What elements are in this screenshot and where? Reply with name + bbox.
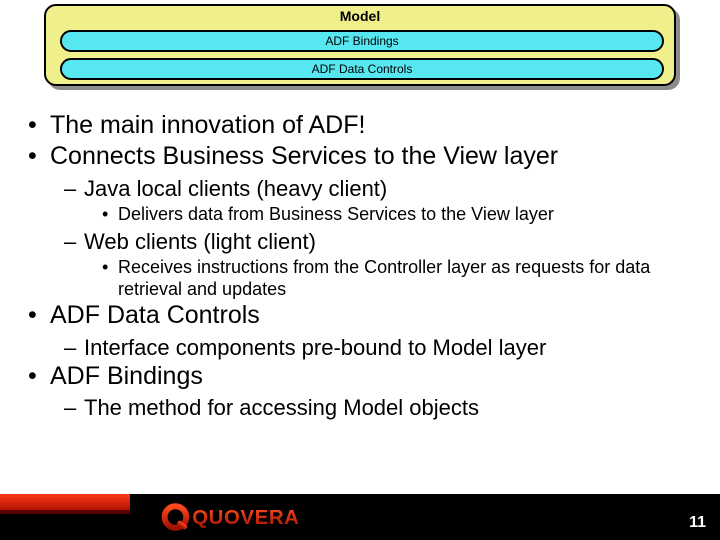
pill-adf-bindings: ADF Bindings [60, 30, 664, 52]
bullet-lvl2: Web clients (light client) Receives inst… [50, 228, 700, 301]
logo-icon: QUOVERA [152, 502, 362, 532]
bullet-text: The main innovation of ADF! [50, 111, 365, 139]
bullet-content: The main innovation of ADF! Connects Bus… [20, 110, 700, 422]
bullet-text: ADF Data Controls [50, 301, 260, 329]
pill-adf-data-controls: ADF Data Controls [60, 58, 664, 80]
bullet-lvl1: ADF Bindings The method for accessing Mo… [20, 361, 700, 422]
footer-accent-shadow [0, 510, 130, 514]
bullet-text: Web clients (light client) [84, 229, 316, 254]
page-number: 11 [689, 514, 706, 532]
bullet-text: Delivers data from Business Services to … [118, 204, 554, 224]
bullet-lvl1: ADF Data Controls Interface components p… [20, 300, 700, 361]
bullet-lvl2: Interface components pre-bound to Model … [50, 334, 700, 362]
bullet-lvl2: The method for accessing Model objects [50, 394, 700, 422]
bullet-lvl1: Connects Business Services to the View l… [20, 141, 700, 300]
bullet-text: Receives instructions from the Controlle… [118, 257, 650, 299]
bullet-lvl2: Java local clients (heavy client) Delive… [50, 175, 700, 226]
model-diagram: Model ADF Bindings ADF Data Controls [44, 4, 676, 86]
bullet-text: Connects Business Services to the View l… [50, 142, 558, 170]
bullet-text: Interface components pre-bound to Model … [84, 335, 546, 360]
svg-text:QUOVERA: QUOVERA [192, 507, 299, 529]
bullet-text: ADF Bindings [50, 362, 203, 390]
footer-accent [0, 494, 130, 510]
slide: Model ADF Bindings ADF Data Controls The… [0, 0, 720, 540]
bullet-lvl1: The main innovation of ADF! [20, 110, 700, 141]
quovera-logo: QUOVERA [152, 500, 362, 534]
bullet-lvl3: Delivers data from Business Services to … [84, 204, 700, 226]
bullet-lvl3: Receives instructions from the Controlle… [84, 257, 700, 300]
bullet-text: The method for accessing Model objects [84, 395, 479, 420]
diagram-title: Model [46, 8, 674, 24]
footer-bar: QUOVERA 11 [0, 494, 720, 540]
bullet-text: Java local clients (heavy client) [84, 176, 387, 201]
